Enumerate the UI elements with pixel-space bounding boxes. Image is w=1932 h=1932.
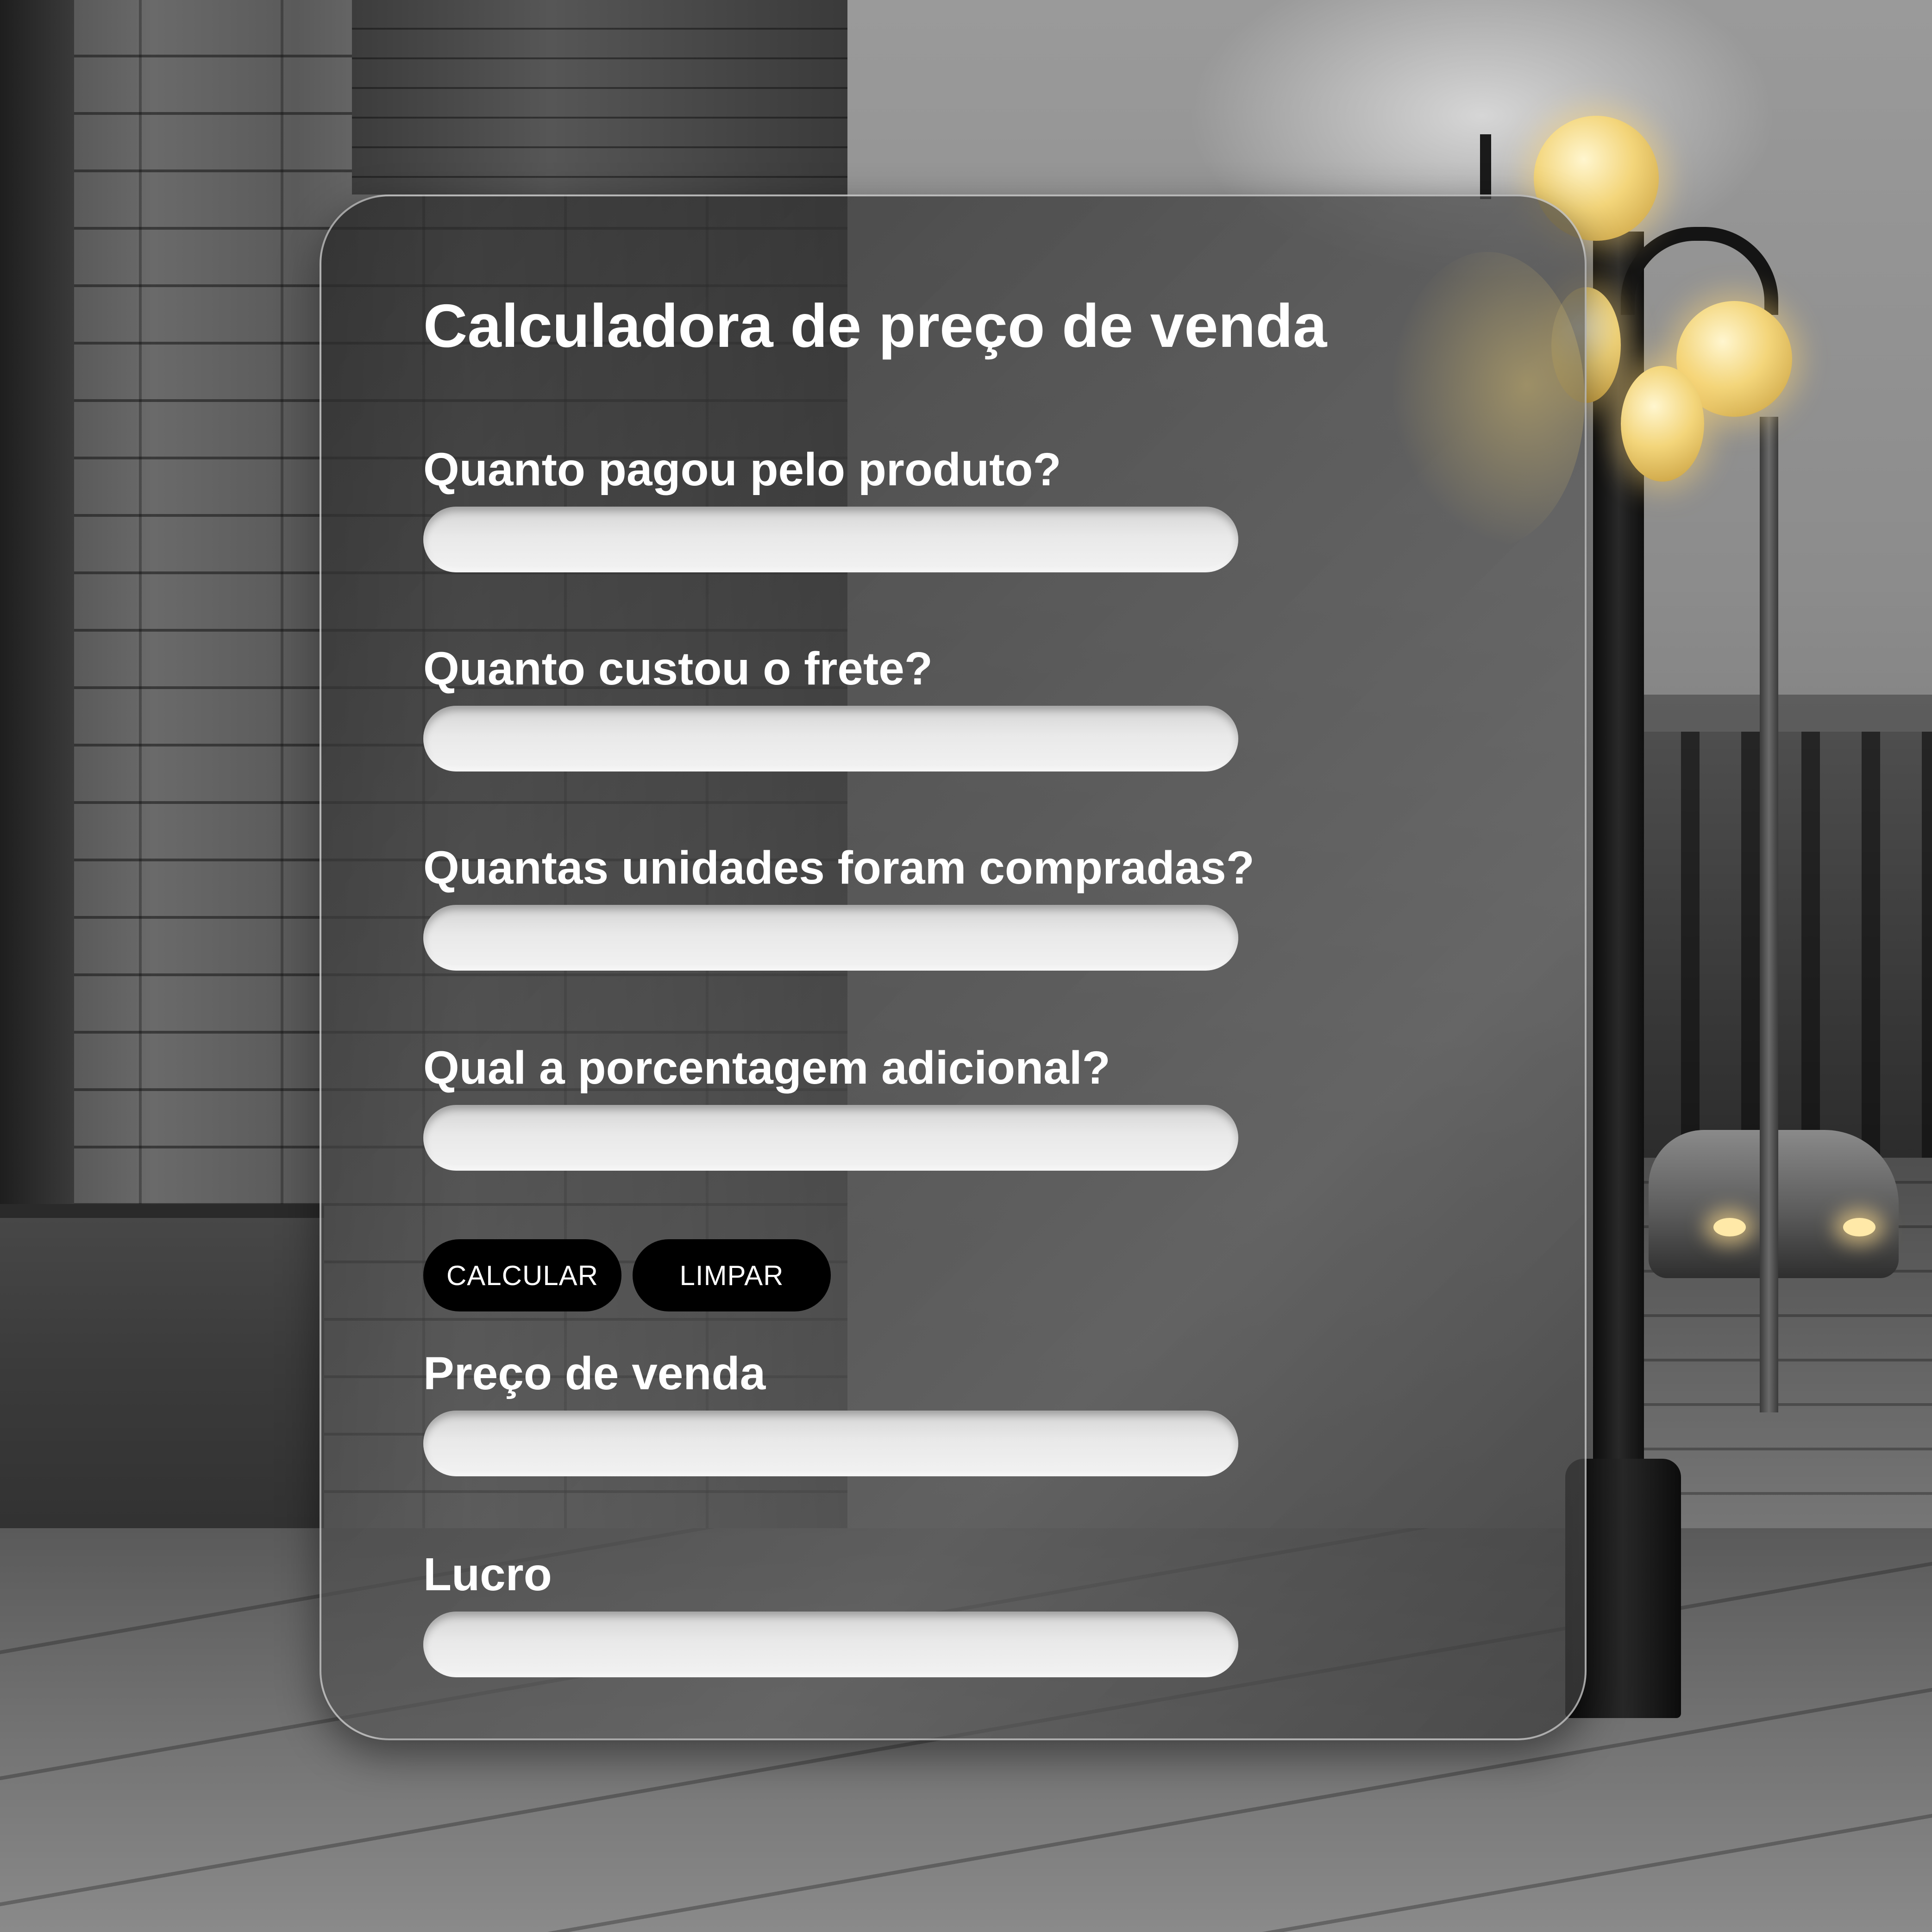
car-headlight — [1713, 1218, 1746, 1236]
result-label: Preço de venda — [423, 1348, 766, 1399]
units-input[interactable] — [423, 905, 1238, 971]
building-tower — [352, 0, 847, 194]
calculator-card: Calculadora de preço de venda Quanto pag… — [320, 194, 1587, 1740]
action-buttons: CALCULAR LIMPAR — [423, 1239, 831, 1311]
result-profit: Lucro — [423, 1547, 1238, 1677]
percentage-input[interactable] — [423, 1105, 1238, 1171]
page-title: Calculadora de preço de venda — [423, 292, 1327, 360]
lamp-globe — [1621, 366, 1704, 482]
field-label: Qual a porcentagem adicional? — [423, 1042, 1110, 1094]
product-price-input[interactable] — [423, 507, 1238, 572]
lamp-arm — [1621, 227, 1778, 315]
car-headlight — [1843, 1218, 1876, 1236]
result-sale-price: Preço de venda — [423, 1346, 1238, 1476]
shipping-cost-input[interactable] — [423, 706, 1238, 772]
field-product-price: Quanto pagou pelo produto? — [423, 442, 1238, 572]
field-label: Quantas unidades foram compradas? — [423, 842, 1255, 894]
bare-tree — [1760, 417, 1778, 1412]
field-percentage: Qual a porcentagem adicional? — [423, 1040, 1238, 1171]
sale-price-output — [423, 1411, 1238, 1476]
field-shipping-cost: Quanto custou o frete? — [423, 641, 1238, 772]
result-label: Lucro — [423, 1549, 552, 1600]
field-label: Quanto pagou pelo produto? — [423, 444, 1061, 496]
profit-output — [423, 1612, 1238, 1677]
clear-button[interactable]: LIMPAR — [633, 1239, 831, 1311]
shop-facades — [1639, 732, 1932, 1158]
stone-planter — [0, 1204, 324, 1579]
lamp-finial — [1480, 134, 1491, 199]
calculator-form: Calculadora de preço de venda Quanto pag… — [423, 289, 1488, 1677]
field-label: Quanto custou o frete? — [423, 643, 933, 695]
field-units: Quantas unidades foram compradas? — [423, 840, 1255, 971]
calculate-button[interactable]: CALCULAR — [423, 1239, 621, 1311]
